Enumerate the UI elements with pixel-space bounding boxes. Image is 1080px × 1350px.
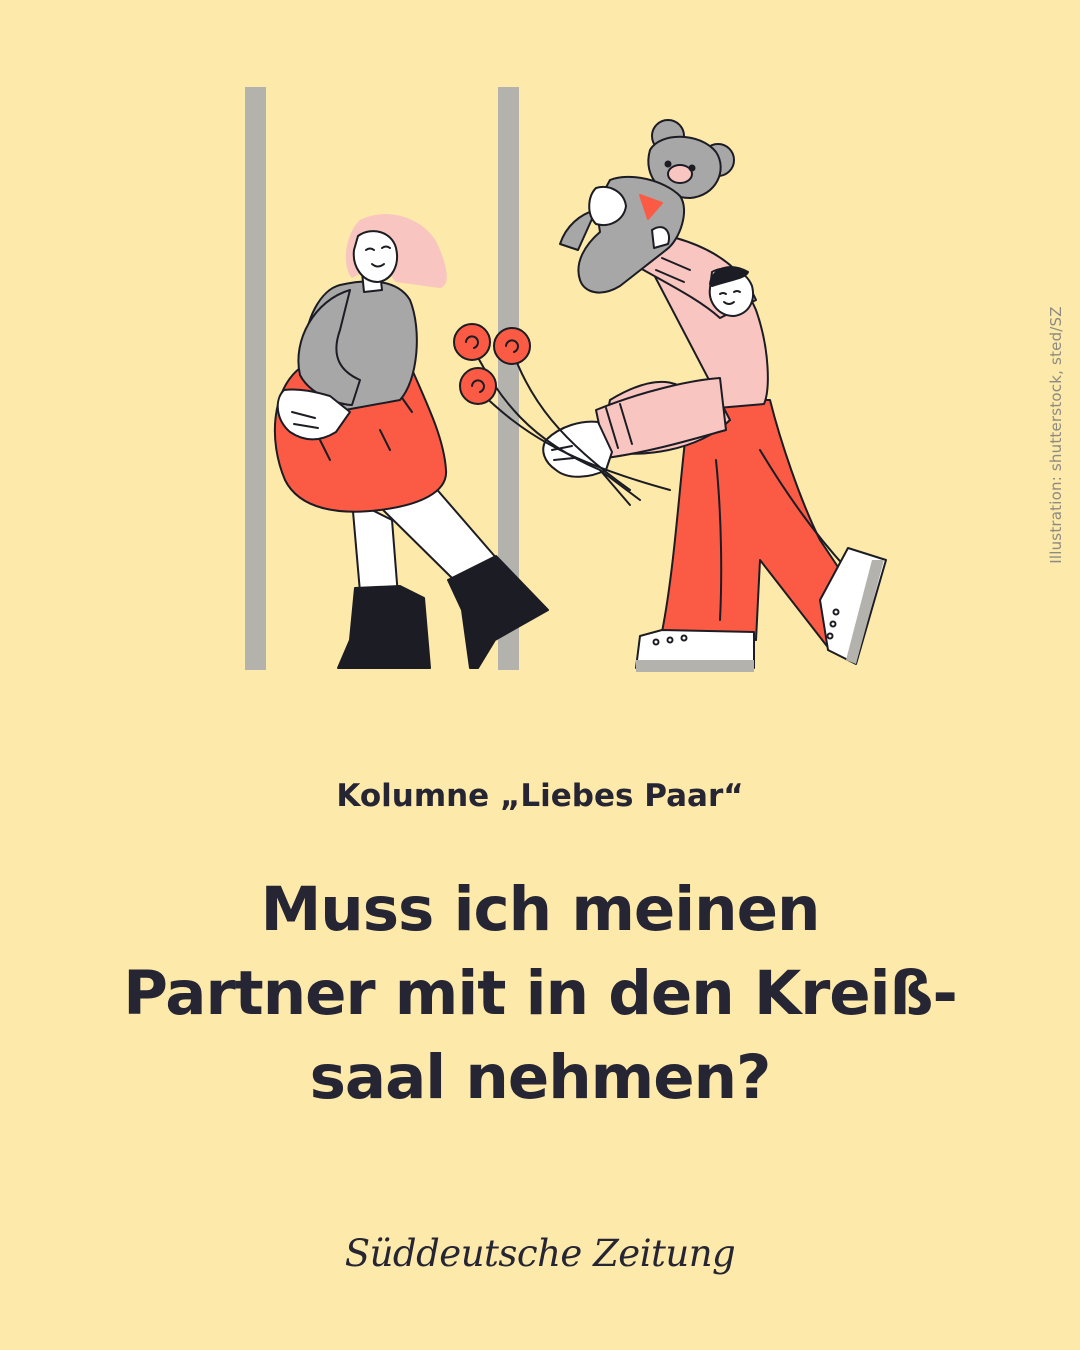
post-page: Illustration: shutterstock, sted/SZ Kolu… — [0, 0, 1080, 1350]
headline-line-1: Muss ich meinen — [260, 874, 821, 945]
brand-logo: Süddeutsche Zeitung — [344, 1232, 736, 1275]
illustration — [245, 87, 887, 672]
headline: Muss ich meinen Partner mit in den Kreiß… — [40, 868, 1040, 1120]
man-figure-icon — [542, 231, 887, 672]
column-kicker: Kolumne „Liebes Paar“ — [336, 778, 744, 814]
headline-line-3: saal nehmen? — [309, 1042, 772, 1113]
headline-line-2: Partner mit in den Kreiß- — [123, 958, 958, 1029]
illustration-credit: Illustration: shutterstock, sted/SZ — [1047, 306, 1065, 564]
